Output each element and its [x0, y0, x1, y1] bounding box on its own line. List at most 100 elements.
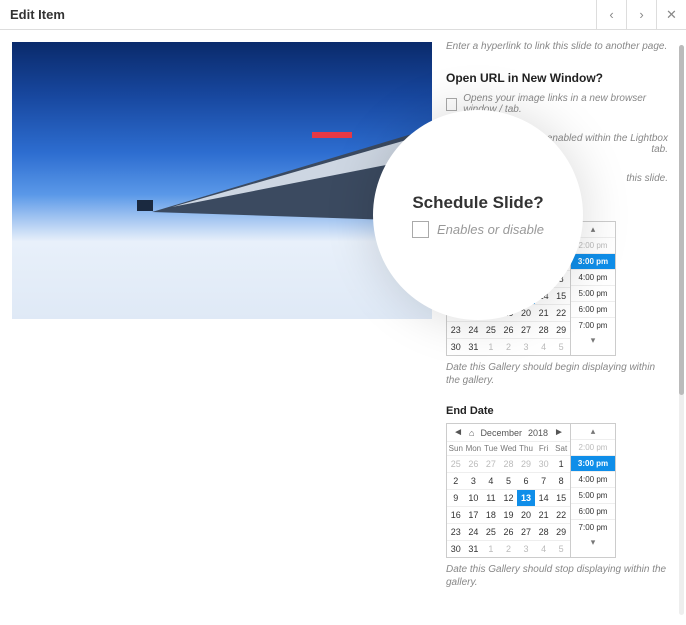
- hyperlink-help: Enter a hyperlink to link this slide to …: [446, 40, 668, 53]
- cal-day[interactable]: 27: [482, 456, 500, 473]
- page-title: Edit Item: [0, 7, 596, 22]
- time-down[interactable]: ▾: [571, 333, 615, 348]
- cal-day[interactable]: 12: [500, 490, 518, 507]
- cal-day[interactable]: 28: [535, 322, 553, 339]
- end-date-label: End Date: [446, 405, 668, 417]
- cal-day[interactable]: 29: [552, 524, 570, 541]
- cal-day[interactable]: 22: [552, 305, 570, 322]
- cal-dow: Tue: [482, 442, 500, 456]
- cal-day[interactable]: 4: [535, 541, 553, 558]
- open-url-section-title: Open URL in New Window?: [446, 71, 668, 85]
- cal-day[interactable]: 28: [500, 456, 518, 473]
- cal-day[interactable]: 30: [535, 456, 553, 473]
- scrollbar[interactable]: [679, 45, 684, 615]
- cal-day[interactable]: 18: [482, 507, 500, 524]
- cal-day[interactable]: 3: [517, 541, 535, 558]
- cal-day[interactable]: 6: [517, 473, 535, 490]
- cal-day[interactable]: 25: [447, 456, 465, 473]
- cal-dow: Wed: [500, 442, 518, 456]
- cal-day[interactable]: 26: [500, 524, 518, 541]
- time-option[interactable]: 2:00 pm: [571, 439, 615, 455]
- cal-day[interactable]: 5: [500, 473, 518, 490]
- cal-day[interactable]: 4: [535, 339, 553, 356]
- cal-day[interactable]: 21: [535, 507, 553, 524]
- cal-dow: Sat: [552, 442, 570, 456]
- cal-next[interactable]: ►: [554, 427, 564, 438]
- magnifier-overlay: Schedule Slide? Enables or disable: [373, 110, 583, 320]
- cal-dow: Mon: [465, 442, 483, 456]
- cal-day[interactable]: 31: [465, 339, 483, 356]
- time-option[interactable]: 4:00 pm: [571, 269, 615, 285]
- cal-day[interactable]: 4: [482, 473, 500, 490]
- time-option[interactable]: 7:00 pm: [571, 317, 615, 333]
- end-date-section: End Date ◄⌂December2018►SunMonTueWedThuF…: [446, 405, 668, 589]
- end-date-help: Date this Gallery should stop displaying…: [446, 563, 668, 589]
- schedule-slide-checkbox[interactable]: [412, 221, 429, 238]
- time-up[interactable]: ▴: [571, 424, 615, 439]
- cal-day[interactable]: 27: [517, 524, 535, 541]
- end-date-widget: ◄⌂December2018►SunMonTueWedThuFriSat2526…: [446, 423, 616, 558]
- time-option[interactable]: 6:00 pm: [571, 503, 615, 519]
- start-date-help: Date this Gallery should begin displayin…: [446, 361, 668, 387]
- cal-dow: Fri: [535, 442, 553, 456]
- cal-day[interactable]: 11: [482, 490, 500, 507]
- cal-day[interactable]: 5: [552, 339, 570, 356]
- time-option[interactable]: 5:00 pm: [571, 285, 615, 301]
- cal-day[interactable]: 27: [517, 322, 535, 339]
- cal-day[interactable]: 2: [500, 541, 518, 558]
- cal-dow: Thu: [517, 442, 535, 456]
- cal-day[interactable]: 13: [517, 490, 535, 507]
- cal-day[interactable]: 2: [500, 339, 518, 356]
- cal-day[interactable]: 28: [535, 524, 553, 541]
- cal-day[interactable]: 24: [465, 524, 483, 541]
- cal-day[interactable]: 26: [465, 456, 483, 473]
- cal-day[interactable]: 31: [465, 541, 483, 558]
- cal-day[interactable]: 30: [447, 541, 465, 558]
- cal-day[interactable]: 15: [552, 490, 570, 507]
- open-url-checkbox[interactable]: [446, 98, 457, 111]
- cal-day[interactable]: 9: [447, 490, 465, 507]
- schedule-slide-title: Schedule Slide?: [412, 193, 543, 213]
- time-option[interactable]: 3:00 pm: [571, 253, 615, 269]
- cal-day[interactable]: 25: [482, 322, 500, 339]
- time-option[interactable]: 6:00 pm: [571, 301, 615, 317]
- cal-day[interactable]: 23: [447, 524, 465, 541]
- prev-button[interactable]: ‹: [596, 0, 626, 30]
- cal-day[interactable]: 2: [447, 473, 465, 490]
- cal-prev[interactable]: ◄: [453, 427, 463, 438]
- cal-day[interactable]: 5: [552, 541, 570, 558]
- cal-day[interactable]: 3: [517, 339, 535, 356]
- cal-day[interactable]: 10: [465, 490, 483, 507]
- cal-day[interactable]: 24: [465, 322, 483, 339]
- time-option[interactable]: 5:00 pm: [571, 487, 615, 503]
- time-down[interactable]: ▾: [571, 535, 615, 550]
- cal-day[interactable]: 21: [535, 305, 553, 322]
- cal-day[interactable]: 16: [447, 507, 465, 524]
- cal-year[interactable]: 2018: [528, 428, 548, 438]
- cal-day[interactable]: 29: [517, 456, 535, 473]
- cal-day[interactable]: 15: [552, 288, 570, 305]
- cal-day[interactable]: 25: [482, 524, 500, 541]
- cal-day[interactable]: 3: [465, 473, 483, 490]
- time-option[interactable]: 3:00 pm: [571, 455, 615, 471]
- home-icon[interactable]: ⌂: [469, 428, 474, 438]
- cal-day[interactable]: 29: [552, 322, 570, 339]
- cal-day[interactable]: 26: [500, 322, 518, 339]
- cal-month[interactable]: December: [480, 428, 522, 438]
- time-option[interactable]: 7:00 pm: [571, 519, 615, 535]
- cal-day[interactable]: 1: [482, 339, 500, 356]
- cal-day[interactable]: 17: [465, 507, 483, 524]
- cal-day[interactable]: 30: [447, 339, 465, 356]
- cal-day[interactable]: 22: [552, 507, 570, 524]
- cal-day[interactable]: 1: [552, 456, 570, 473]
- cal-day[interactable]: 23: [447, 322, 465, 339]
- cal-day[interactable]: 19: [500, 507, 518, 524]
- time-option[interactable]: 4:00 pm: [571, 471, 615, 487]
- cal-day[interactable]: 7: [535, 473, 553, 490]
- cal-day[interactable]: 8: [552, 473, 570, 490]
- cal-day[interactable]: 14: [535, 490, 553, 507]
- cal-day[interactable]: 1: [482, 541, 500, 558]
- close-button[interactable]: ✕: [656, 0, 686, 30]
- cal-day[interactable]: 20: [517, 507, 535, 524]
- next-button[interactable]: ›: [626, 0, 656, 30]
